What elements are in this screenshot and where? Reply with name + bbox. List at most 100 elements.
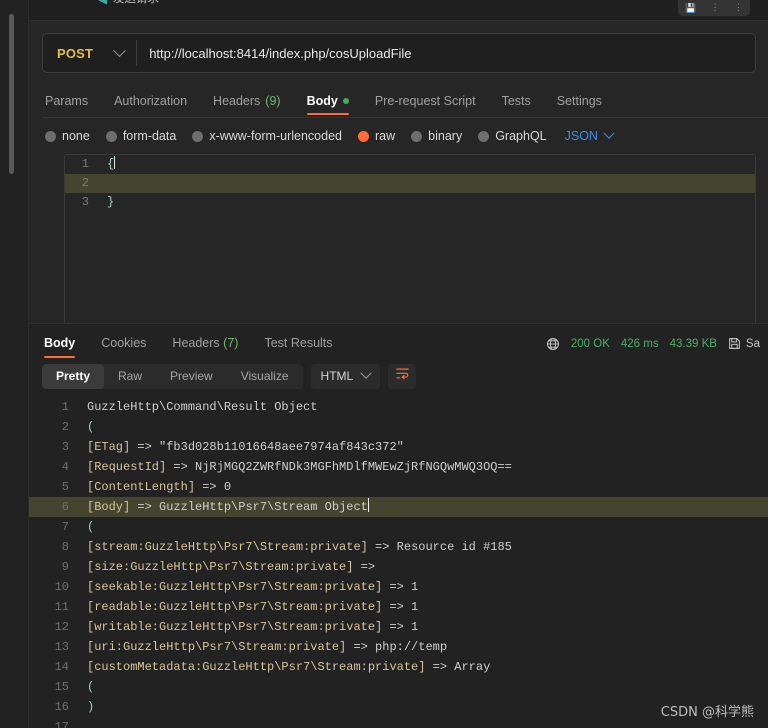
body-type-urlencoded[interactable]: x-www-form-urlencoded [192, 129, 342, 143]
line-number: 15 [54, 679, 69, 694]
tab-pre-request-script-label: Pre-request Script [374, 94, 476, 108]
body-type-graphql[interactable]: GraphQL [478, 129, 547, 143]
code-line: 4 [RequestId] => NjRjMGQ2ZWRfNDk3MGFhMDlf… [29, 457, 768, 477]
tab-headers[interactable]: Headers (9) [200, 94, 294, 117]
body-type-urlencoded-label: x-www-form-urlencoded [209, 129, 342, 143]
response-size: 43.39 KB [669, 337, 717, 350]
radio-icon [192, 130, 204, 142]
response-view-tabs: Pretty Raw Preview Visualize [42, 363, 303, 389]
response-pane: Body Cookies Headers (7) Test Results 20… [29, 323, 768, 728]
line-number: 9 [61, 559, 69, 574]
response-body-viewer[interactable]: 1 GuzzleHttp\Command\Result Object 2(3 [ETa… [29, 395, 768, 728]
body-type-form-data[interactable]: form-data [105, 129, 176, 143]
response-tab-test-results-label: Test Results [264, 335, 333, 350]
code-text: [Body] => GuzzleHttp\Psr7\Stream Object [87, 497, 369, 514]
line-number: 6 [61, 499, 69, 514]
line-number: 8 [61, 539, 69, 554]
tab-tests[interactable]: Tests [489, 94, 544, 117]
url-bar: POST [42, 33, 756, 73]
response-format-label: HTML [320, 369, 354, 384]
line-number: 16 [54, 699, 69, 714]
body-language-select[interactable]: JSON [564, 127, 615, 143]
response-view-preview[interactable]: Preview [156, 364, 227, 389]
code-line: 10 [seekable:GuzzleHttp\Psr7\Stream:priva… [29, 577, 768, 597]
http-method-select[interactable]: POST [43, 34, 136, 72]
code-text: [customMetadata:GuzzleHttp\Psr7\Stream:p… [87, 659, 491, 674]
tab-params[interactable]: Params [42, 94, 101, 117]
response-view-raw-label: Raw [118, 369, 143, 384]
response-tab-test-results[interactable]: Test Results [251, 336, 345, 358]
code-text: GuzzleHttp\Command\Result Object [87, 399, 318, 414]
sidebar-scrollbar[interactable] [9, 14, 14, 174]
code-line: 1 GuzzleHttp\Command\Result Object [29, 397, 768, 417]
response-tab-headers-count: (7) [223, 335, 239, 350]
radio-icon [45, 130, 56, 142]
code-line: 1 { [65, 155, 755, 174]
code-text: } [107, 195, 115, 209]
more-options-icon[interactable]: ⋮ [711, 2, 720, 13]
top-right-actions-panel[interactable]: 💾 ⋮ ⋮ [678, 0, 750, 16]
code-line: 17 [29, 717, 768, 728]
response-format-select[interactable]: HTML [310, 363, 381, 389]
code-line: 14 [customMetadata:GuzzleHttp\Psr7\Stream… [29, 657, 768, 677]
radio-selected-icon [358, 130, 369, 142]
line-number: 13 [54, 639, 69, 654]
response-view-preview-label: Preview [170, 369, 213, 384]
response-view-pretty[interactable]: Pretty [42, 363, 105, 389]
line-number: 2 [61, 419, 69, 434]
body-type-raw[interactable]: raw [358, 129, 395, 143]
wrap-lines-icon [395, 366, 410, 386]
radio-icon [105, 130, 117, 142]
line-number: 7 [61, 519, 69, 534]
line-number: 11 [54, 599, 69, 614]
code-text: { [107, 157, 115, 171]
code-line: 15 ( [29, 677, 768, 697]
save-response-button[interactable]: Sa [728, 337, 760, 350]
body-modified-dot-icon [342, 98, 349, 104]
body-type-graphql-label: GraphQL [495, 129, 547, 143]
line-number: 1 [81, 157, 89, 171]
line-number: 5 [61, 479, 69, 494]
wrap-lines-button[interactable] [388, 363, 417, 389]
line-number: 1 [61, 399, 69, 414]
save-icon[interactable]: 💾 [685, 4, 696, 13]
overflow-icon[interactable]: ⋮ [734, 2, 743, 13]
text-caret [114, 156, 116, 169]
response-view-pretty-label: Pretty [56, 369, 91, 384]
body-language-label: JSON [564, 129, 598, 143]
body-type-none[interactable]: none [45, 129, 90, 143]
tab-authorization[interactable]: Authorization [101, 94, 200, 117]
response-tab-headers-label: Headers [172, 335, 220, 350]
line-number: 12 [54, 619, 69, 634]
response-meta: 200 OK 426 ms 43.39 KB Sa [546, 337, 760, 358]
response-tab-cookies-label: Cookies [101, 335, 147, 350]
code-text: [ETag] => "fb3d028b11016648aee7974af843c… [87, 439, 404, 454]
request-body-editor[interactable]: 1 { 2 3 } [64, 154, 756, 323]
response-tab-body[interactable]: Body [42, 336, 88, 358]
body-type-radio-group: none form-data x-www-form-urlencoded raw… [29, 118, 768, 154]
response-view-visualize[interactable]: Visualize [227, 364, 303, 389]
tab-pre-request-script[interactable]: Pre-request Script [362, 94, 489, 117]
response-tab-cookies[interactable]: Cookies [88, 336, 159, 358]
line-number: 14 [54, 659, 69, 674]
code-text: [RequestId] => NjRjMGQ2ZWRfNDk3MGFhMDlfM… [87, 459, 512, 474]
response-tab-headers[interactable]: Headers (7) [159, 336, 251, 358]
save-icon [728, 337, 741, 350]
radio-icon [411, 130, 423, 142]
code-text: [seekable:GuzzleHttp\Psr7\Stream:private… [87, 579, 419, 594]
code-text: [size:GuzzleHttp\Psr7\Stream:private] => [87, 559, 376, 574]
line-number: 4 [61, 459, 69, 474]
response-view-raw[interactable]: Raw [104, 364, 156, 389]
body-type-binary[interactable]: binary [411, 129, 462, 143]
tab-body[interactable]: Body [294, 94, 362, 117]
tab-settings[interactable]: Settings [544, 94, 615, 117]
open-request-tab[interactable]: ◀ 发送请求 [97, 0, 159, 6]
main-column: ◀ 发送请求 💾 ⋮ ⋮ POST Params [29, 0, 768, 728]
http-method-label: POST [57, 45, 94, 61]
body-type-none-label: none [62, 129, 90, 143]
request-url-input[interactable] [137, 34, 755, 72]
line-number: 2 [81, 176, 89, 190]
code-line: 3 } [65, 193, 755, 212]
line-number: 3 [61, 439, 69, 454]
